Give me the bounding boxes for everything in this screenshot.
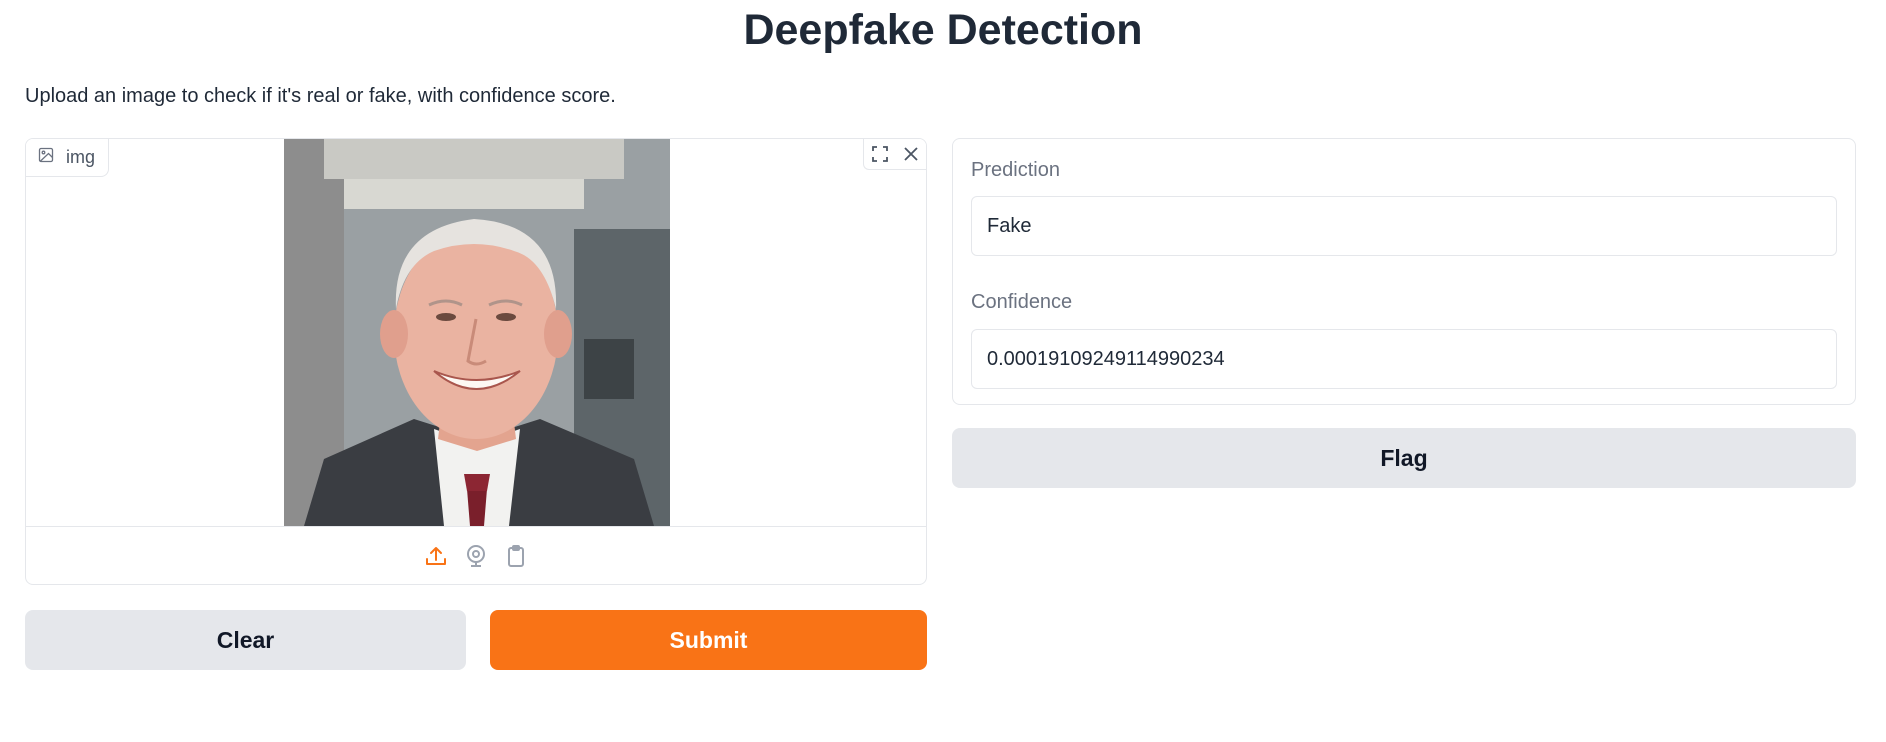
upload-icon[interactable] [423, 543, 449, 569]
output-panel: Prediction Fake Confidence 0.00019109249… [952, 138, 1856, 405]
image-input-panel[interactable]: img [25, 138, 927, 585]
image-toolbar [863, 139, 926, 170]
prediction-label: Prediction [971, 159, 1060, 181]
image-icon [38, 147, 54, 168]
page-description: Upload an image to check if it's real or… [25, 85, 616, 107]
submit-button[interactable]: Submit [490, 610, 927, 670]
prediction-output[interactable]: Fake [971, 196, 1837, 256]
page-title: Deepfake Detection [743, 6, 1143, 54]
image-input-label-text: img [66, 147, 96, 167]
clear-button[interactable]: Clear [25, 610, 466, 670]
close-icon[interactable] [895, 139, 926, 169]
image-source-selector [26, 527, 926, 584]
webcam-icon[interactable] [463, 543, 489, 569]
confidence-label: Confidence [971, 291, 1073, 313]
image-input-label: img [26, 139, 109, 177]
clipboard-icon[interactable] [503, 543, 529, 569]
fullscreen-icon[interactable] [864, 139, 895, 169]
image-preview-area [26, 139, 926, 527]
flag-button[interactable]: Flag [952, 428, 1856, 488]
uploaded-image [284, 139, 670, 526]
confidence-output[interactable]: 0.00019109249114990234 [971, 329, 1837, 389]
